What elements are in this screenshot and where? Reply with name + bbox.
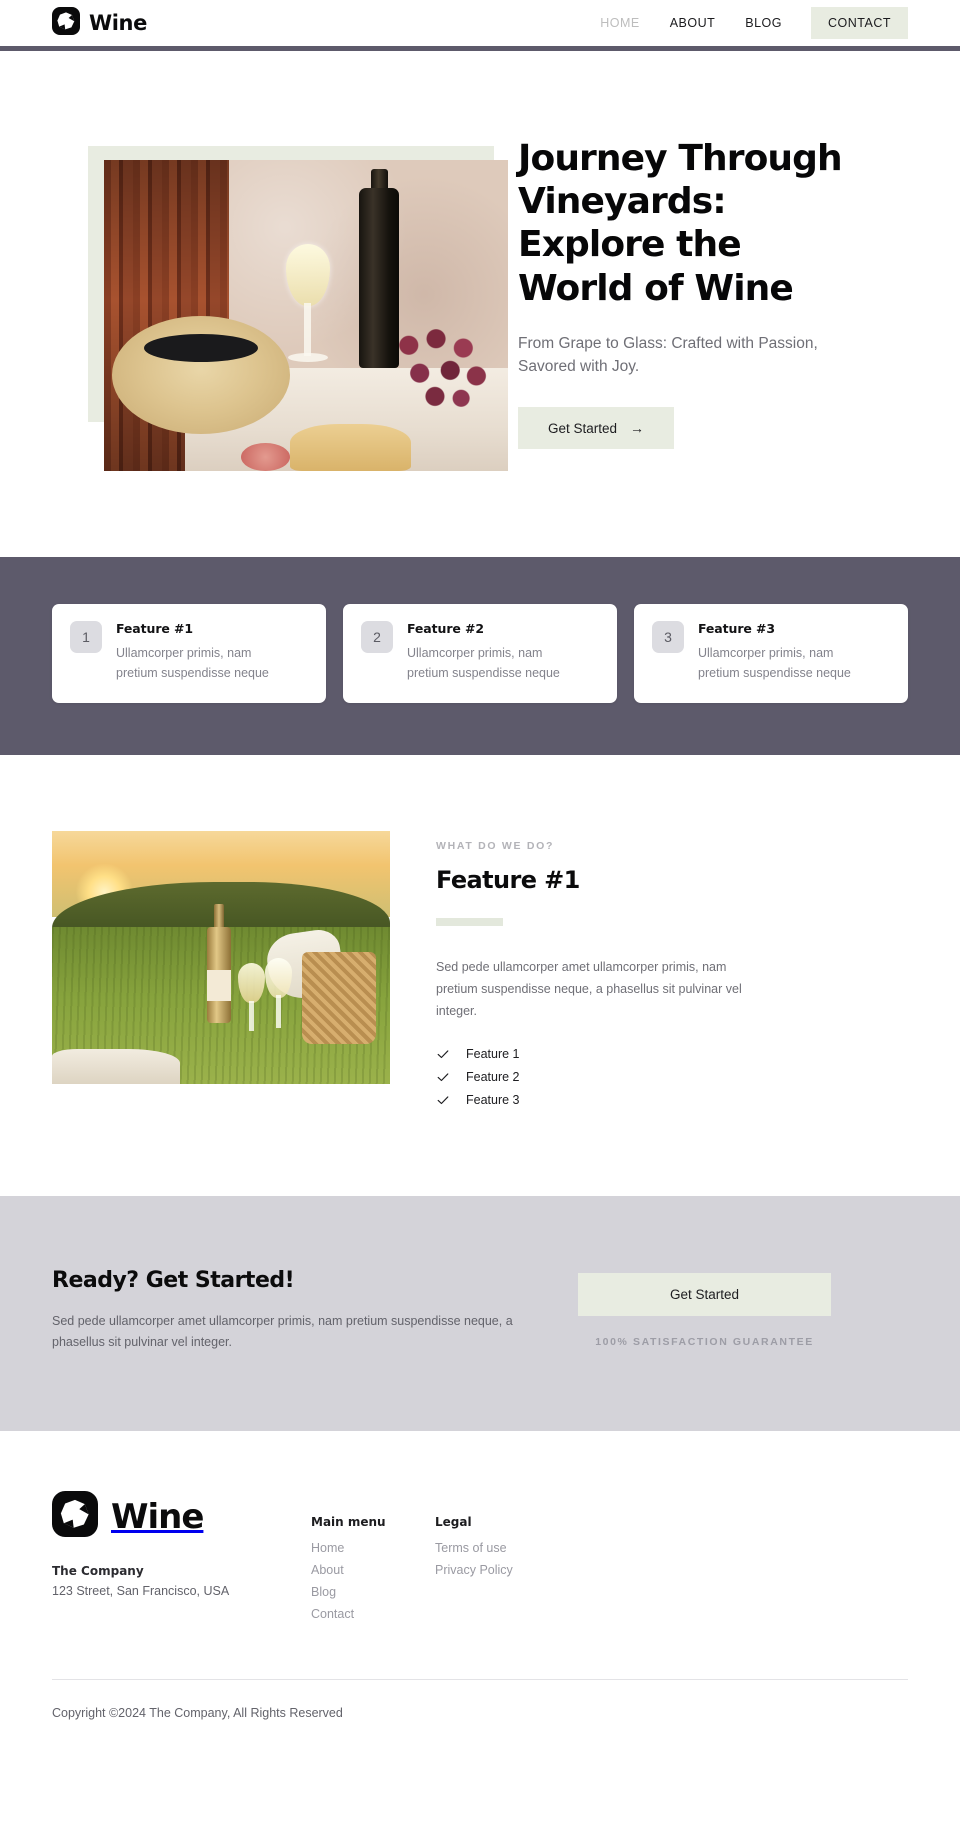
section-title: Feature #1 [436, 866, 580, 894]
checklist-item-label: Feature 2 [466, 1069, 520, 1084]
split-media [52, 831, 390, 1116]
hero-copy: Journey Through Vineyards: Explore the W… [518, 129, 908, 471]
arrow-right-icon: → [630, 420, 645, 437]
check-icon [436, 1070, 450, 1084]
split-copy: WHAT DO WE DO? Feature #1 Sed pede ullam… [436, 831, 908, 1116]
nav-item-home[interactable]: HOME [585, 7, 655, 39]
feature-strip-section: 1 Feature #1 Ullamcorper primis, nam pre… [0, 557, 960, 755]
landing-page: Wine HOME ABOUT BLOG CONTACT Journey Thr… [0, 0, 960, 1753]
hero-title: Journey Through Vineyards: Explore the W… [518, 138, 843, 309]
check-icon [436, 1047, 450, 1061]
footer-column-title: Main menu [311, 1515, 386, 1530]
feature-card[interactable]: 2 Feature #2 Ullamcorper primis, nam pre… [343, 604, 617, 703]
footer-address: 123 Street, San Francisco, USA [52, 1584, 230, 1599]
hero-get-started-button[interactable]: Get Started → [518, 407, 675, 450]
footer-link-privacy-policy[interactable]: Privacy Policy [435, 1563, 559, 1577]
footer-column-title: Legal [435, 1515, 472, 1530]
cta-section: Ready? Get Started! Sed pede ullamcorper… [0, 1195, 960, 1432]
feature-card-number-badge: 1 [70, 621, 102, 653]
feature-card[interactable]: 1 Feature #1 Ullamcorper primis, nam pre… [52, 604, 326, 703]
feature-card[interactable]: 3 Feature #3 Ullamcorper primis, nam pre… [634, 604, 908, 703]
split-image [52, 831, 390, 1084]
satisfaction-guarantee-label: 100% SATISFACTION GUARANTEE [595, 1335, 814, 1348]
nav-contact-button[interactable]: CONTACT [811, 7, 908, 39]
site-header: Wine HOME ABOUT BLOG CONTACT [0, 0, 960, 51]
wine-logo-icon [52, 6, 80, 40]
feature-card-grid: 1 Feature #1 Ullamcorper primis, nam pre… [52, 604, 908, 703]
footer-brand-column: Wine The Company 123 Street, San Francis… [52, 1491, 311, 1629]
checklist-item: Feature 3 [436, 1093, 908, 1107]
hero-subtitle: From Grape to Glass: Crafted with Passio… [518, 334, 818, 375]
accent-divider [436, 918, 503, 926]
cta-copy: Ready? Get Started! Sed pede ullamcorper… [52, 1268, 542, 1354]
footer-link-contact[interactable]: Contact [311, 1607, 435, 1621]
cta-get-started-button[interactable]: Get Started [578, 1272, 831, 1316]
site-footer: Wine The Company 123 Street, San Francis… [0, 1431, 960, 1753]
footer-brand-logo-link[interactable]: Wine [52, 1491, 311, 1542]
cta-title: Ready? Get Started! [52, 1267, 295, 1293]
check-icon [436, 1093, 450, 1107]
footer-link-home[interactable]: Home [311, 1541, 435, 1555]
section-description: Sed pede ullamcorper amet ullamcorper pr… [436, 960, 742, 1018]
footer-top: Wine The Company 123 Street, San Francis… [52, 1491, 908, 1629]
wine-logo-icon [52, 1491, 98, 1542]
about-feature-section: WHAT DO WE DO? Feature #1 Sed pede ullam… [0, 755, 960, 1196]
main-nav: HOME ABOUT BLOG CONTACT [585, 7, 908, 39]
footer-link-blog[interactable]: Blog [311, 1585, 435, 1599]
footer-link-about[interactable]: About [311, 1563, 435, 1577]
brand-name: Wine [89, 11, 147, 35]
checklist-item: Feature 1 [436, 1047, 908, 1061]
nav-item-about[interactable]: ABOUT [655, 7, 731, 39]
checklist-item-label: Feature 1 [466, 1046, 520, 1061]
nav-item-blog[interactable]: BLOG [730, 7, 797, 39]
footer-link-terms-of-use[interactable]: Terms of use [435, 1541, 559, 1555]
footer-column-main-menu: Main menu Home About Blog Contact [311, 1491, 435, 1629]
feature-card-title: Feature #2 [407, 621, 484, 636]
checklist-item: Feature 2 [436, 1070, 908, 1084]
footer-copyright: Copyright ©2024 The Company, All Rights … [52, 1706, 343, 1721]
feature-card-description: Ullamcorper primis, nam pretium suspendi… [407, 646, 560, 680]
hero-media [52, 129, 508, 471]
hero-get-started-label: Get Started [548, 420, 618, 436]
section-eyebrow: WHAT DO WE DO? [436, 840, 555, 852]
footer-company-name: The Company [52, 1564, 144, 1579]
feature-card-description: Ullamcorper primis, nam pretium suspendi… [698, 646, 851, 680]
feature-card-title: Feature #3 [698, 621, 775, 636]
footer-column-legal: Legal Terms of use Privacy Policy [435, 1491, 559, 1629]
feature-checklist: Feature 1 Feature 2 Feature 3 [436, 1047, 908, 1107]
hero-image [104, 160, 508, 471]
hero-section: Journey Through Vineyards: Explore the W… [0, 51, 960, 557]
feature-card-title: Feature #1 [116, 621, 193, 636]
cta-description: Sed pede ullamcorper amet ullamcorper pr… [52, 1313, 513, 1349]
feature-card-description: Ullamcorper primis, nam pretium suspendi… [116, 646, 269, 680]
checklist-item-label: Feature 3 [466, 1092, 520, 1107]
cta-action: Get Started 100% SATISFACTION GUARANTEE [578, 1268, 831, 1348]
feature-card-number-badge: 3 [652, 621, 684, 653]
feature-card-number-badge: 2 [361, 621, 393, 653]
footer-brand-name: Wine [111, 1496, 204, 1537]
brand-logo-link[interactable]: Wine [52, 6, 147, 40]
